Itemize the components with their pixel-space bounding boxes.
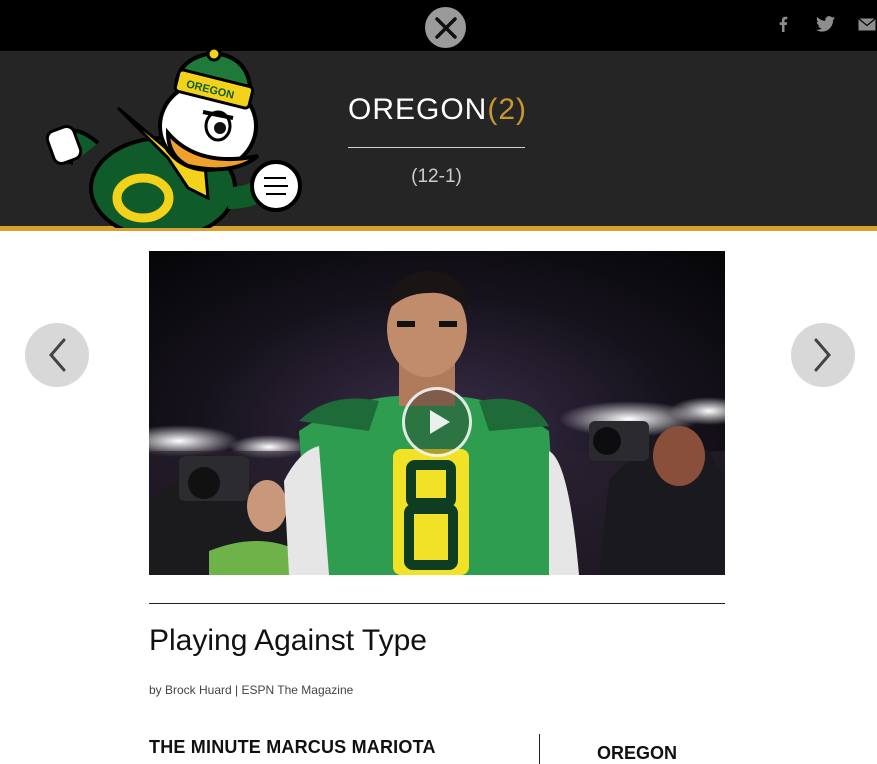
chevron-left-icon <box>49 338 66 372</box>
facebook-share-button[interactable] <box>776 14 790 34</box>
close-icon <box>434 16 457 39</box>
oregon-duck-mascot-icon: OREGON <box>45 48 302 228</box>
team-rank: (2) <box>487 93 528 126</box>
title-divider <box>348 147 525 148</box>
top-bar <box>0 0 877 51</box>
email-share-button[interactable] <box>857 14 877 34</box>
twitter-icon <box>815 16 835 32</box>
email-icon <box>858 17 876 30</box>
article-headline: Playing Against Type <box>149 624 427 657</box>
team-name: OREGON <box>348 93 488 126</box>
close-button[interactable] <box>425 7 466 48</box>
facebook-icon <box>779 16 788 32</box>
team-record: (12-1) <box>411 166 462 187</box>
article-byline: by Brock Huard | ESPN The Magazine <box>149 683 354 697</box>
next-button[interactable] <box>791 323 855 387</box>
play-icon <box>430 410 450 434</box>
team-title: OREGON(2) <box>348 93 528 127</box>
play-video-button[interactable] <box>402 387 472 457</box>
article-subhead: THE MINUTE MARCUS MARIOTA <box>149 737 436 757</box>
chevron-right-icon <box>814 338 831 372</box>
hero-video-thumbnail[interactable] <box>149 251 725 575</box>
sidebar-team-name: OREGON <box>597 743 678 763</box>
previous-button[interactable] <box>25 323 89 387</box>
headline-rule <box>149 603 725 604</box>
column-divider <box>539 734 540 764</box>
twitter-share-button[interactable] <box>814 14 836 34</box>
